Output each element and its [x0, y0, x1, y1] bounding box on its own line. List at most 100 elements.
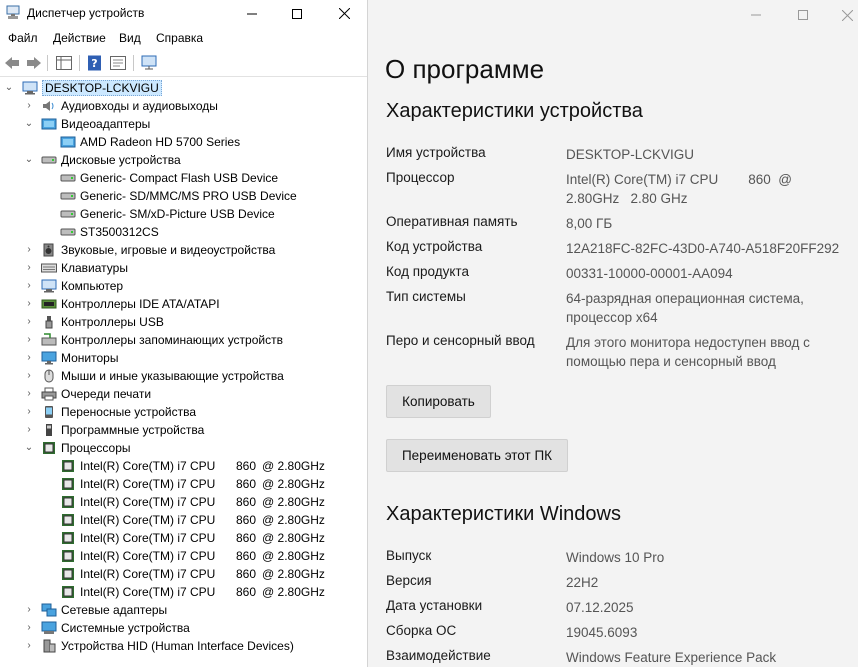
minimize-icon — [247, 13, 257, 14]
tree-item-label: Процессоры — [61, 441, 131, 455]
settings-close-button[interactable] — [824, 0, 858, 30]
tree-device[interactable]: Intel(R) Core(TM) i7 CPU 860 @ 2.80GHz — [0, 565, 367, 583]
toolbar: ? — [0, 50, 367, 77]
mouse-icon — [41, 369, 57, 383]
tree-device[interactable]: Intel(R) Core(TM) i7 CPU 860 @ 2.80GHz — [0, 511, 367, 529]
processor-icon — [60, 495, 76, 509]
tree-category[interactable]: › Аудиовходы и аудиовыходы — [0, 97, 367, 115]
expand-chevron-icon[interactable]: › — [24, 280, 34, 292]
scan-hardware-button[interactable] — [140, 53, 160, 73]
menu-help[interactable]: Справка — [156, 31, 203, 45]
forward-button[interactable] — [24, 53, 44, 73]
settings-minimize-button[interactable] — [733, 0, 779, 30]
collapse-chevron-icon[interactable]: ⌄ — [24, 154, 34, 166]
portable-device-icon — [41, 405, 57, 419]
audio-icon — [41, 99, 57, 113]
tree-device[interactable]: Generic- SD/MMC/MS PRO USB Device — [0, 187, 367, 205]
tree-device[interactable]: Intel(R) Core(TM) i7 CPU 860 @ 2.80GHz — [0, 457, 367, 475]
collapse-chevron-icon[interactable]: ⌄ — [24, 118, 34, 130]
tree-category[interactable]: › Сетевые адаптеры — [0, 601, 367, 619]
expand-chevron-icon[interactable]: › — [24, 388, 34, 400]
disk-icon — [41, 153, 57, 167]
tree-category[interactable]: › Очереди печати — [0, 385, 367, 403]
expand-chevron-icon[interactable]: › — [24, 100, 34, 112]
tree-item-label: Мониторы — [61, 351, 119, 365]
windows-specs-title: Характеристики Windows — [386, 503, 621, 525]
processor-icon — [60, 531, 76, 545]
maximize-icon — [798, 10, 808, 20]
tree-root[interactable]: ⌄ DESKTOP-LCKVIGU — [0, 79, 367, 97]
expand-chevron-icon[interactable]: › — [24, 406, 34, 418]
tree-item-label: Видеоадаптеры — [61, 117, 151, 131]
tree-device[interactable]: ST3500312CS — [0, 223, 367, 241]
rename-pc-button[interactable]: Переименовать этот ПК — [386, 439, 568, 472]
expand-chevron-icon[interactable]: › — [24, 298, 34, 310]
tree-category[interactable]: › Мыши и иные указывающие устройства — [0, 367, 367, 385]
tree-category[interactable]: › Устройства HID (Human Interface Devices… — [0, 637, 367, 655]
device-tree[interactable]: ⌄ DESKTOP-LCKVIGU › Аудиовходы и аудиовыход… — [0, 78, 367, 667]
network-adapter-icon — [41, 603, 57, 617]
copy-button[interactable]: Копировать — [386, 385, 491, 418]
tree-category[interactable]: › Переносные устройства — [0, 403, 367, 421]
spec-value: 22H2 — [566, 575, 599, 590]
tree-category[interactable]: › Звуковые, игровые и видеоустройства — [0, 241, 367, 259]
page-title: О программе — [385, 54, 545, 84]
tree-category[interactable]: › Мониторы — [0, 349, 367, 367]
tree-device[interactable]: Intel(R) Core(TM) i7 CPU 860 @ 2.80GHz — [0, 583, 367, 601]
tree-category[interactable]: ⌄ Видеоадаптеры — [0, 115, 367, 133]
properties-button[interactable] — [108, 53, 128, 73]
system-device-icon — [41, 621, 57, 635]
tree-category[interactable]: › Контроллеры запоминающих устройств — [0, 331, 367, 349]
tree-device[interactable]: Generic- Compact Flash USB Device — [0, 169, 367, 187]
tree-item-label: Generic- Compact Flash USB Device — [80, 171, 279, 185]
minimize-button[interactable] — [229, 0, 275, 27]
tree-item-label: Intel(R) Core(TM) i7 CPU — [80, 477, 216, 491]
expand-chevron-icon[interactable]: › — [24, 316, 34, 328]
tree-category[interactable]: › Контроллеры USB — [0, 313, 367, 331]
cpu-frequency: @ 2.80GHz — [262, 549, 325, 563]
expand-chevron-icon[interactable]: › — [24, 604, 34, 616]
expand-chevron-icon[interactable]: › — [24, 352, 34, 364]
tree-device[interactable]: Generic- SM/xD-Picture USB Device — [0, 205, 367, 223]
spec-value: Для этого монитора недоступен ввод с — [566, 335, 810, 350]
tree-category[interactable]: › Клавиатуры — [0, 259, 367, 277]
expand-chevron-icon[interactable]: › — [24, 622, 34, 634]
settings-maximize-button[interactable] — [780, 0, 826, 30]
collapse-chevron-icon[interactable]: ⌄ — [24, 442, 34, 454]
close-button[interactable] — [321, 0, 367, 27]
spec-label: Процессор — [386, 170, 455, 185]
tree-device[interactable]: Intel(R) Core(TM) i7 CPU 860 @ 2.80GHz — [0, 547, 367, 565]
expand-chevron-icon[interactable]: › — [24, 334, 34, 346]
device-manager-titlebar[interactable]: Диспетчер устройств — [0, 0, 367, 27]
forward-arrow-icon — [27, 57, 41, 69]
back-button[interactable] — [2, 53, 22, 73]
tree-device[interactable]: Intel(R) Core(TM) i7 CPU 860 @ 2.80GHz — [0, 475, 367, 493]
tree-category[interactable]: › Программные устройства — [0, 421, 367, 439]
menu-view[interactable]: Вид — [119, 31, 141, 45]
expand-chevron-icon[interactable]: › — [24, 640, 34, 652]
expand-chevron-icon[interactable]: › — [24, 262, 34, 274]
show-hide-console-tree-button[interactable] — [54, 53, 74, 73]
spec-label: Имя устройства — [386, 145, 486, 160]
tree-category[interactable]: › Компьютер — [0, 277, 367, 295]
close-icon — [338, 8, 350, 19]
menu-action[interactable]: Действие — [53, 31, 106, 45]
hid-icon — [41, 639, 57, 653]
help-button[interactable]: ? — [85, 53, 105, 73]
expand-chevron-icon[interactable]: › — [24, 370, 34, 382]
cpu-frequency: @ 2.80GHz — [262, 531, 325, 545]
expand-chevron-icon[interactable]: › — [24, 424, 34, 436]
tree-category[interactable]: ⌄ Процессоры — [0, 439, 367, 457]
tree-device[interactable]: AMD Radeon HD 5700 Series — [0, 133, 367, 151]
tree-device[interactable]: Intel(R) Core(TM) i7 CPU 860 @ 2.80GHz — [0, 493, 367, 511]
tree-device[interactable]: Intel(R) Core(TM) i7 CPU 860 @ 2.80GHz — [0, 529, 367, 547]
collapse-chevron-icon[interactable]: ⌄ — [4, 82, 14, 94]
tree-category[interactable]: › Системные устройства — [0, 619, 367, 637]
menu-file[interactable]: Файл — [8, 31, 38, 45]
expand-chevron-icon[interactable]: › — [24, 244, 34, 256]
tree-category[interactable]: › Контроллеры IDE ATA/ATAPI — [0, 295, 367, 313]
tree-item-label: Intel(R) Core(TM) i7 CPU — [80, 513, 216, 527]
tree-category[interactable]: ⌄ Дисковые устройства — [0, 151, 367, 169]
maximize-button[interactable] — [274, 0, 320, 27]
tree-item-label: Мыши и иные указывающие устройства — [61, 369, 284, 383]
